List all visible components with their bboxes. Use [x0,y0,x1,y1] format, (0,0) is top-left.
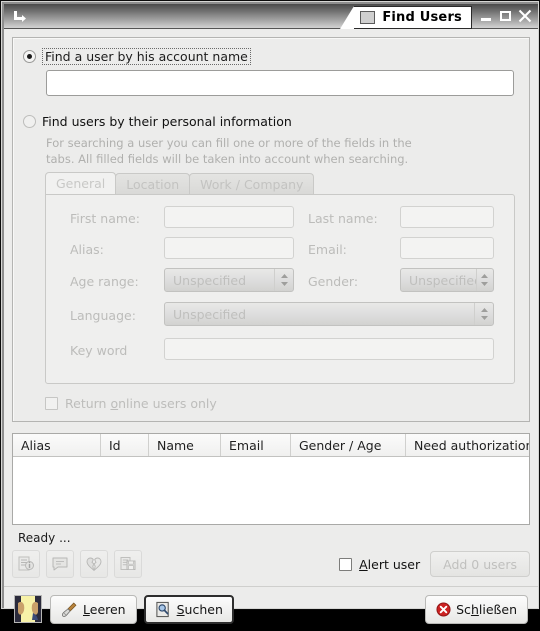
alias-label: Alias: [70,242,104,257]
clear-button-label-post: eeren [89,601,126,617]
chevron-updown-icon [474,303,493,325]
alert-user-label-post: lert user [367,556,421,572]
column-header-id[interactable]: Id [101,434,149,456]
alert-user-label: Alert user [359,557,420,572]
email-label: Email: [308,242,347,257]
tab-general[interactable]: General [45,172,117,194]
return-online-only-label: Return online users only [65,396,217,411]
language-label: Language: [70,308,136,323]
find-users-window: Find Users Find a user by his account na… [0,0,540,624]
close-dialog-button-label: Schließen [456,602,517,617]
column-header-gender-age[interactable]: Gender / Age [291,434,406,456]
shade-arrow-icon[interactable] [4,4,34,29]
alert-user-indicator[interactable] [339,557,353,571]
column-header-alias[interactable]: Alias [13,434,101,456]
first-name-label: First name: [70,211,140,226]
email-input[interactable] [400,237,494,259]
action-bar: Leeren Suchen Schließen [4,587,538,631]
return-online-only-label-pre: Return [65,396,111,411]
gender-label: Gender: [308,274,359,289]
search-options-panel: Find a user by his account name Find use… [12,37,530,422]
column-header-need-authorization[interactable]: Need authorization [406,434,529,456]
radio-find-by-personal[interactable]: Find users by their personal information [23,114,292,129]
column-header-name[interactable]: Name [149,434,221,456]
close-dialog-button-label-post: ließen [478,601,517,617]
return-online-only-label-mnemonic: o [110,396,119,411]
results-toolbar: Alert user Add 0 users [12,547,530,581]
avatar-thumbnail-icon [14,595,42,623]
language-value: Unspecified [173,306,247,322]
language-select[interactable]: Unspecified [164,302,494,326]
chevron-updown-icon [475,269,493,291]
chat-icon[interactable] [46,550,74,578]
return-online-only-checkbox[interactable]: Return online users only [45,396,217,411]
clear-button-label-mnemonic: L [83,601,90,617]
window-title-tab: Find Users [339,5,472,30]
add-users-button[interactable]: Add 0 users [430,551,530,577]
broom-icon [61,602,77,617]
personal-search-hint: For searching a user you can fill one or… [46,135,466,167]
alert-user-label-mnemonic: A [359,556,368,572]
personal-search-hint-line2: tabs. All filled fields will be taken in… [46,152,409,166]
clear-button-label: Leeren [83,602,126,617]
return-online-only-indicator[interactable] [45,397,58,410]
clear-button[interactable]: Leeren [50,594,137,624]
status-text: Ready ... [18,531,71,545]
last-name-input[interactable] [400,206,494,228]
age-range-label: Age range: [70,274,139,289]
chevron-updown-icon [274,269,293,291]
radio-find-by-account-label: Find a user by his account name [42,48,251,65]
window-controls [472,9,538,23]
age-range-select[interactable]: Unspecified [164,268,294,292]
column-header-email[interactable]: Email [221,434,291,456]
personal-search-hint-line1: For searching a user you can fill one or… [46,136,412,150]
maximize-icon[interactable] [499,9,512,23]
radio-find-by-personal-indicator[interactable] [23,115,36,128]
dialog-content: Find a user by his account name Find use… [4,29,538,624]
save-contact-icon[interactable] [114,550,142,578]
search-button-label-mnemonic: S [176,601,185,617]
radio-find-by-account-indicator[interactable] [23,50,36,63]
close-dialog-button-label-mnemonic: h [470,601,479,617]
close-circle-icon [436,601,451,617]
gender-value: Unspecified [409,272,476,288]
first-name-input[interactable] [164,206,294,228]
title-bar[interactable]: Find Users [4,4,538,30]
search-button-label: Suchen [177,602,223,617]
close-icon[interactable] [518,9,532,23]
window-icon [360,10,376,24]
age-range-value: Unspecified [173,272,247,288]
tab-panel-general: First name: Last name: Alias: Email: Age… [45,194,515,384]
broken-heart-icon[interactable] [80,550,108,578]
return-online-only-label-post: nline users only [118,396,217,411]
results-list-header: Alias Id Name Email Gender / Age Need au… [13,434,529,457]
search-button-label-post: uchen [184,601,223,617]
key-word-input[interactable] [164,338,494,360]
radio-find-by-personal-label: Find users by their personal information [42,114,292,129]
personal-info-tabs: General Location Work / Company [45,172,315,194]
account-name-input[interactable] [46,70,514,96]
minimize-icon[interactable] [480,9,493,23]
search-document-icon [155,601,169,617]
key-word-label: Key word [70,343,128,358]
window-title: Find Users [382,9,462,25]
user-info-icon[interactable] [12,550,40,578]
last-name-label: Last name: [308,211,378,226]
alias-input[interactable] [164,237,294,259]
close-dialog-button[interactable]: Schließen [425,594,528,624]
search-button[interactable]: Suchen [143,594,234,624]
tab-work-company[interactable]: Work / Company [189,173,315,194]
results-list[interactable]: Alias Id Name Email Gender / Age Need au… [12,433,530,525]
gender-select[interactable]: Unspecified [400,268,494,292]
alert-user-checkbox[interactable]: Alert user [339,557,420,572]
results-list-body[interactable] [13,457,529,524]
tab-location[interactable]: Location [115,173,191,194]
close-dialog-button-label-pre: Sc [456,601,471,617]
radio-find-by-account[interactable]: Find a user by his account name [23,48,251,65]
